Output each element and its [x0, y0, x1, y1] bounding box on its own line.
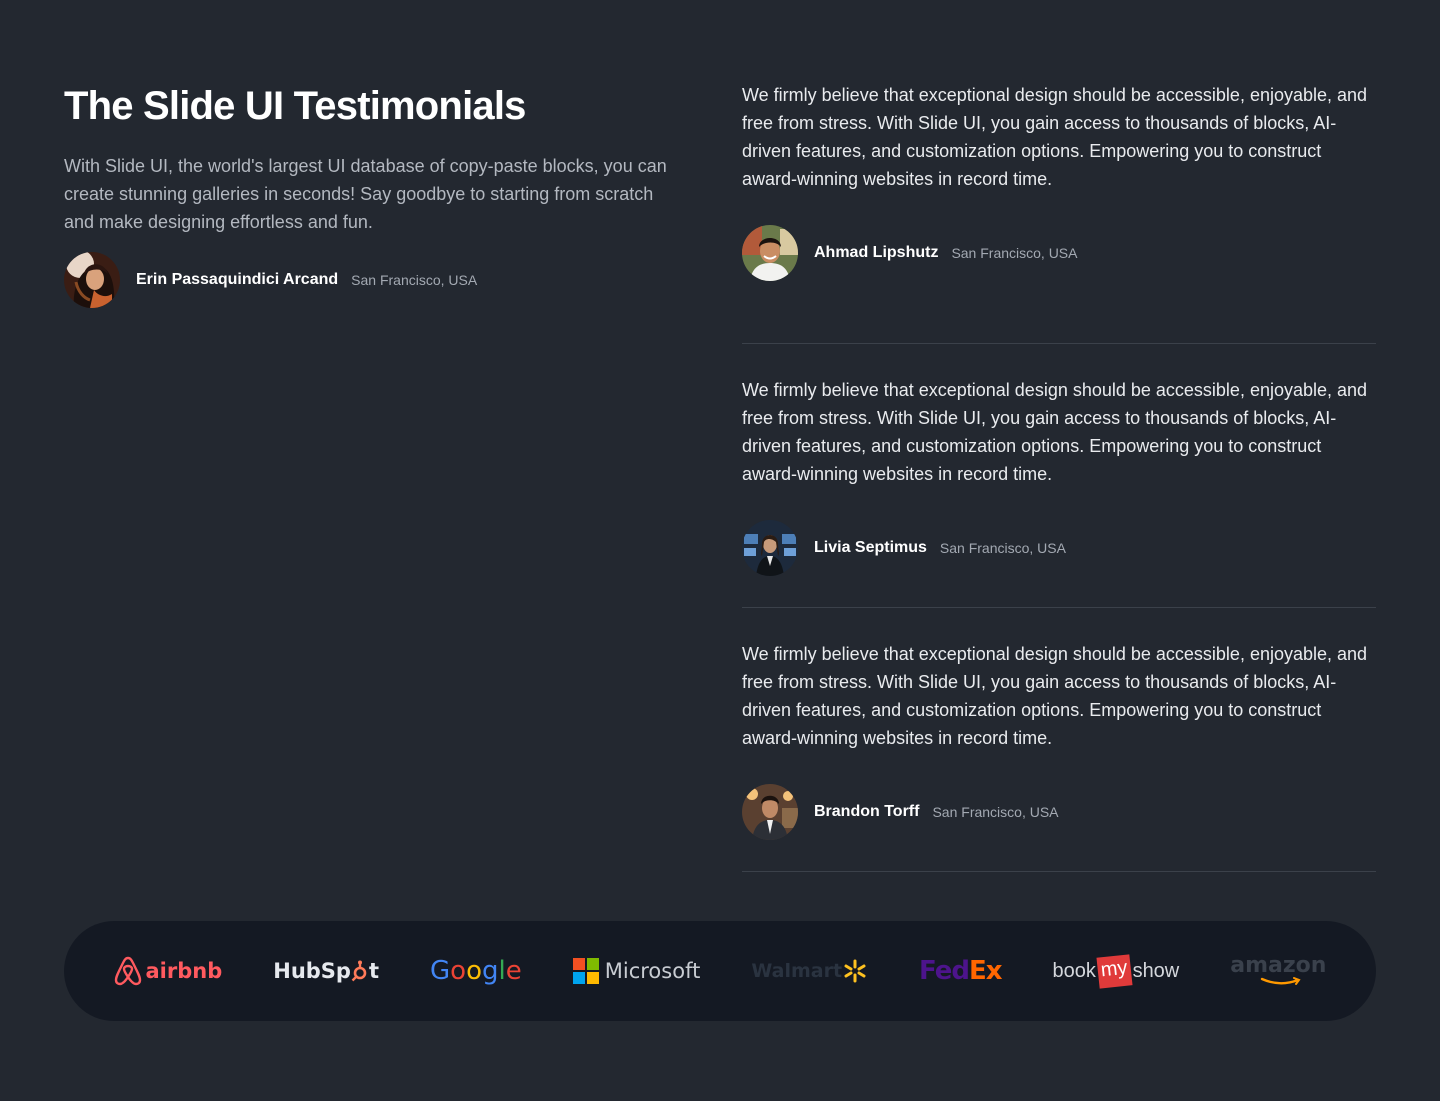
- fedex-wordmark-ex: Ex: [968, 956, 1003, 986]
- hubspot-wordmark: HubSp: [273, 959, 351, 983]
- amazon-logo: amazon: [1230, 951, 1326, 991]
- testimonial-quote: We firmly believe that exceptional desig…: [742, 380, 1368, 484]
- hubspot-logo: HubSp t: [273, 951, 379, 991]
- microsoft-windows-icon: [572, 958, 599, 984]
- testimonial-author: Brandon Torff San Francisco, USA: [742, 784, 1376, 840]
- walmart-logo: Walmart: [751, 951, 868, 991]
- amazon-smile-icon: [1261, 977, 1301, 985]
- google-letter: e: [505, 956, 522, 986]
- testimonial-author: Livia Septimus San Francisco, USA: [742, 520, 1376, 576]
- author-name: Brandon Torff: [814, 803, 920, 820]
- walmart-wordmark: Walmart: [751, 960, 843, 982]
- airbnb-icon: [114, 956, 141, 986]
- bookmyshow-wordmark: book: [1052, 959, 1096, 982]
- bookmyshow-my-badge: my: [1096, 953, 1133, 989]
- testimonial-item: We firmly believe that exceptional desig…: [742, 608, 1376, 872]
- author-name: Erin Passaquindici Arcand: [136, 271, 339, 288]
- avatar: [742, 225, 798, 281]
- testimonial-list: We firmly believe that exceptional desig…: [742, 80, 1376, 872]
- author-location: San Francisco, USA: [939, 540, 1066, 556]
- fedex-wordmark: Fed: [919, 956, 970, 986]
- airbnb-logo: airbnb: [114, 951, 223, 991]
- testimonial-author: Ahmad Lipshutz San Francisco, USA: [742, 225, 1376, 281]
- avatar-woman-office-icon: [742, 520, 798, 576]
- testimonial-item: We firmly believe that exceptional desig…: [742, 344, 1376, 608]
- intro-description: With Slide UI, the world's largest UI da…: [64, 156, 667, 232]
- google-letter: G: [430, 956, 451, 986]
- featured-author: Erin Passaquindici Arcand San Francisco,…: [64, 252, 684, 308]
- client-logo-bar: airbnb HubSp t G o o g l e Microsoft Wal…: [64, 921, 1376, 1021]
- author-location: San Francisco, USA: [951, 245, 1078, 261]
- google-letter: g: [482, 956, 499, 986]
- author-location: San Francisco, USA: [351, 272, 478, 288]
- avatar-man-smiling-icon: [742, 225, 798, 281]
- google-letter: o: [450, 956, 467, 986]
- google-logo: G o o g l e: [430, 951, 522, 991]
- bookmyshow-logo: book my show: [1052, 951, 1180, 991]
- testimonial-quote: We firmly believe that exceptional desig…: [742, 85, 1368, 189]
- airbnb-wordmark: airbnb: [145, 959, 223, 983]
- author-name: Livia Septimus: [814, 539, 927, 556]
- page-title: The Slide UI Testimonials: [64, 84, 526, 128]
- testimonials-section: The Slide UI Testimonials With Slide UI,…: [0, 0, 1440, 1101]
- avatar-man-suit-icon: [742, 784, 798, 840]
- author-location: San Francisco, USA: [932, 804, 1059, 820]
- microsoft-wordmark: Microsoft: [604, 959, 701, 983]
- amazon-wordmark: amazon: [1230, 953, 1327, 978]
- bookmyshow-wordmark-end: show: [1132, 959, 1180, 982]
- avatar-woman-icon: [64, 252, 120, 308]
- google-letter: o: [466, 956, 483, 986]
- google-letter: l: [498, 956, 506, 986]
- avatar: [742, 520, 798, 576]
- microsoft-logo: Microsoft: [572, 951, 701, 991]
- hubspot-sprocket-icon: [351, 960, 367, 982]
- hubspot-wordmark-end: t: [368, 959, 380, 983]
- fedex-logo: Fed Ex: [919, 951, 1003, 991]
- intro-column: The Slide UI Testimonials With Slide UI,…: [64, 80, 684, 308]
- avatar: [742, 784, 798, 840]
- walmart-spark-icon: [844, 959, 866, 983]
- testimonial-quote: We firmly believe that exceptional desig…: [742, 644, 1368, 748]
- testimonial-item: We firmly believe that exceptional desig…: [742, 80, 1376, 344]
- author-name: Ahmad Lipshutz: [814, 244, 939, 261]
- avatar: [64, 252, 120, 308]
